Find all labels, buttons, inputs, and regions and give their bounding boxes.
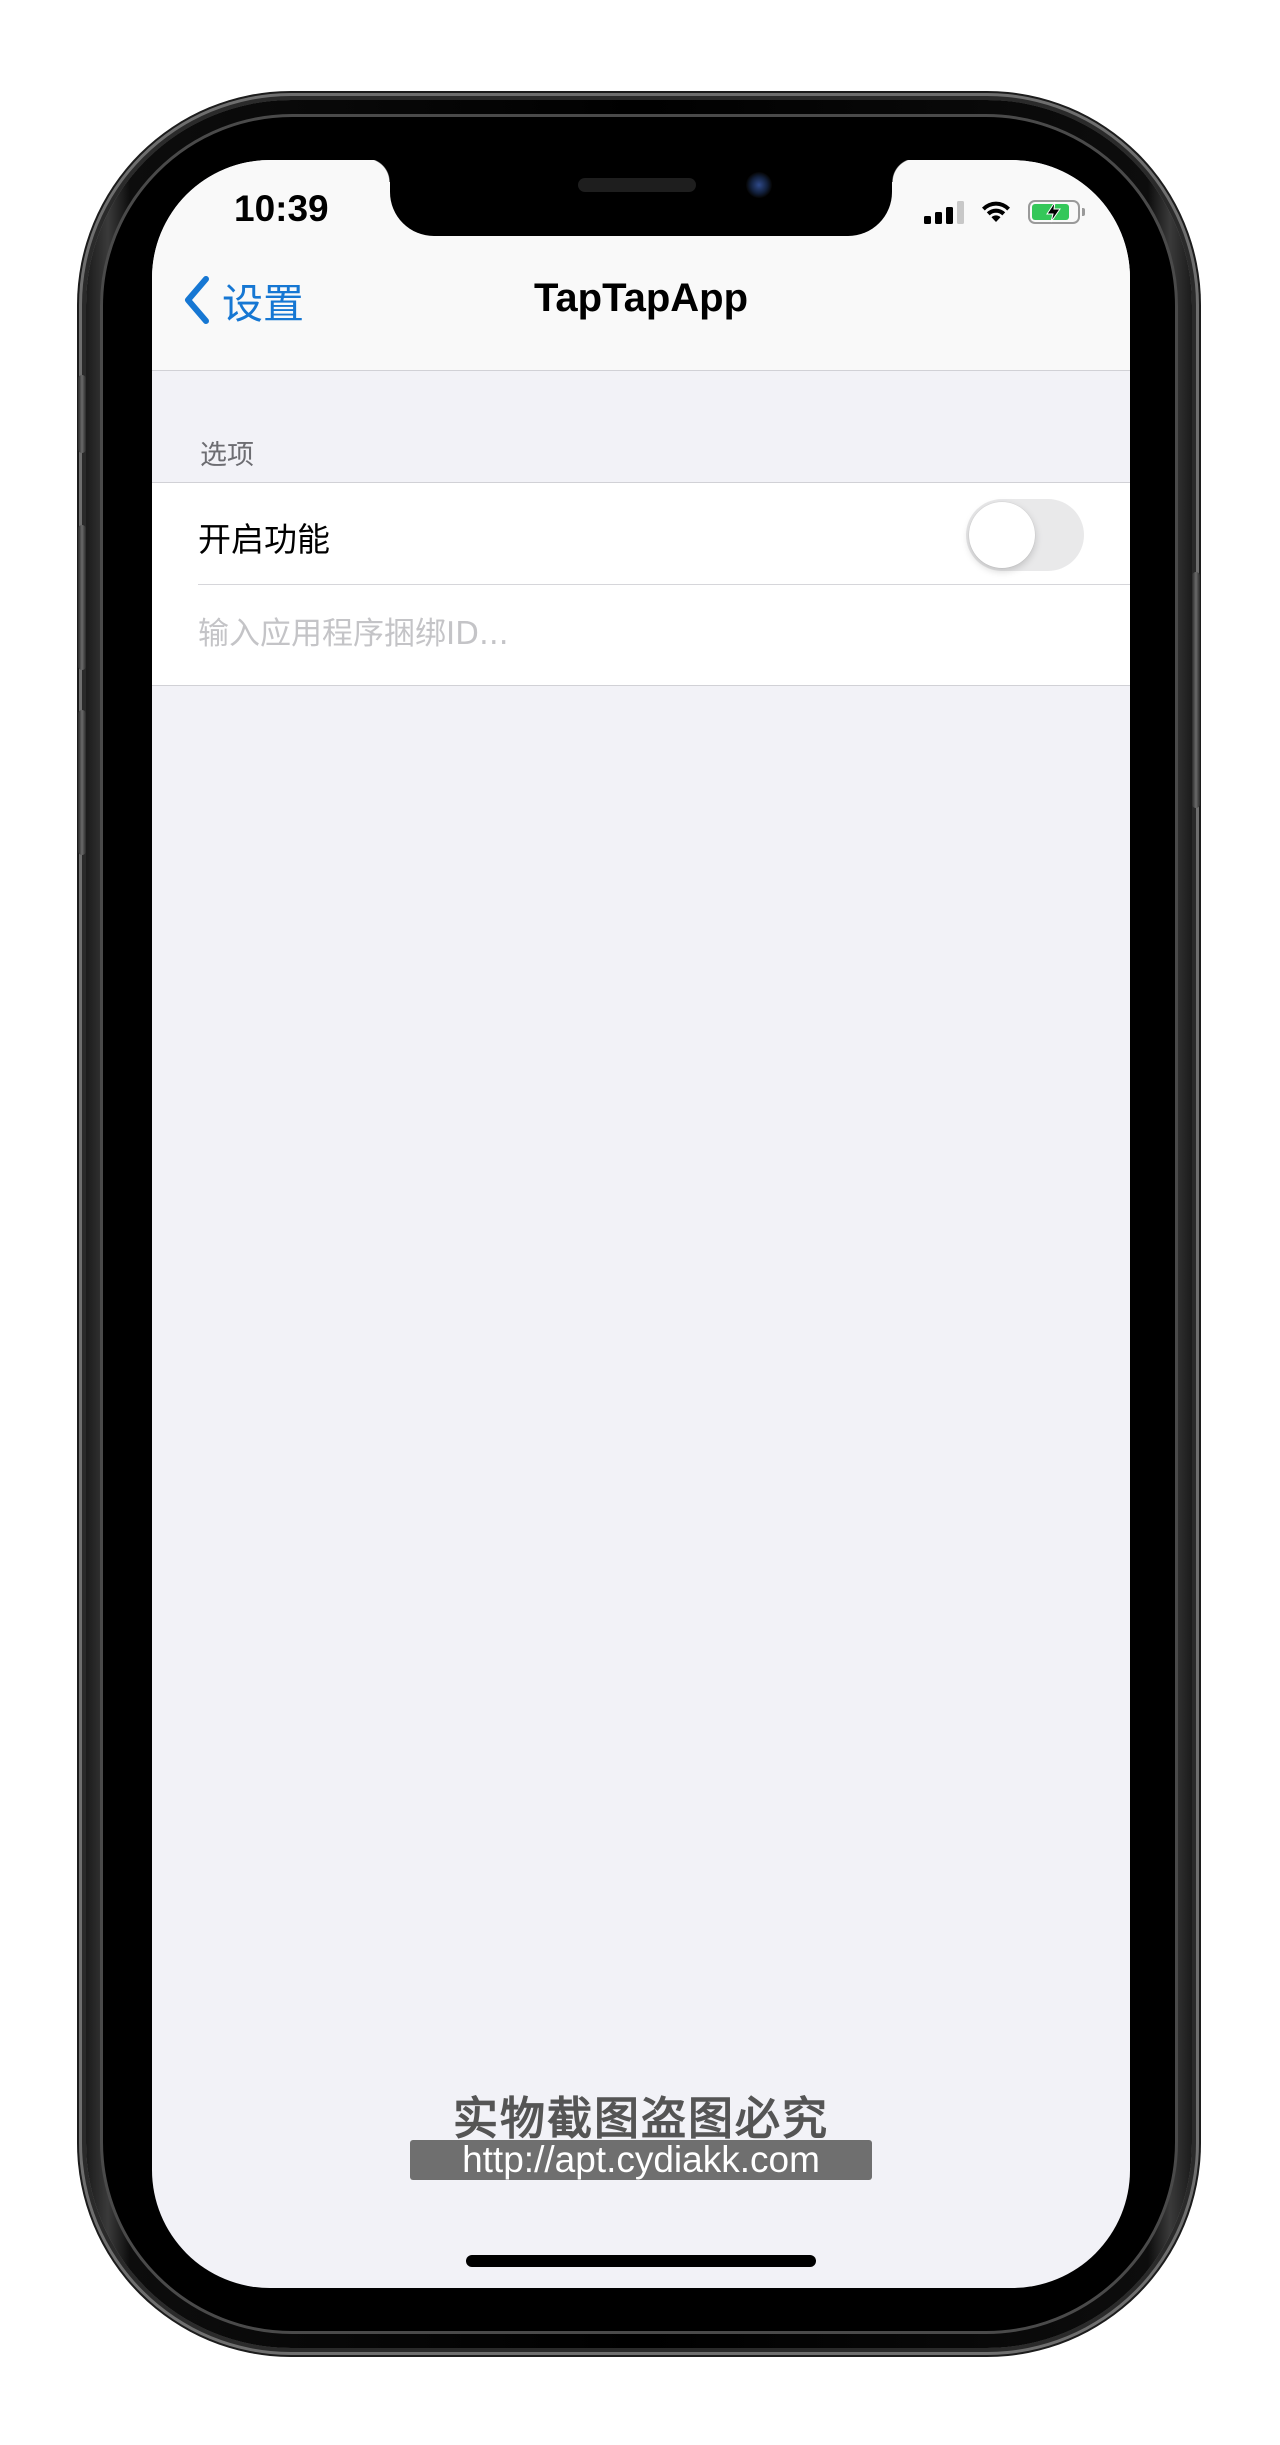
- enable-feature-label: 开启功能: [198, 520, 330, 559]
- volume-down-button: [78, 710, 86, 855]
- watermark-url: http://apt.cydiakk.com: [410, 2140, 872, 2180]
- silent-switch: [78, 375, 86, 453]
- bundle-id-input[interactable]: [198, 584, 1078, 684]
- battery-charging-icon: [1028, 200, 1085, 224]
- volume-up-button: [78, 525, 86, 670]
- cellular-signal-icon: [924, 200, 964, 224]
- enable-feature-row: 开启功能: [152, 483, 1130, 584]
- power-button: [1192, 572, 1200, 808]
- page-title: TapTapApp: [533, 276, 749, 320]
- home-indicator[interactable]: [466, 2255, 816, 2267]
- toggle-knob: [969, 502, 1035, 568]
- status-time: 10:39: [234, 188, 329, 229]
- front-camera: [746, 172, 772, 198]
- status-icons: [924, 200, 1085, 224]
- notch: [366, 160, 916, 236]
- screen: 10:39 设置 TapTapApp 选项 开启功能 输入应用程序捆绑ID...…: [152, 160, 1130, 2288]
- navigation-bar: 设置 TapTapApp: [152, 240, 1130, 371]
- watermark-text: 实物截图盗图必究: [452, 2092, 829, 2145]
- section-header-options: 选项: [200, 440, 254, 471]
- options-group: 开启功能: [152, 482, 1130, 686]
- charging-bolt-icon: [1046, 201, 1061, 223]
- bundle-id-row: [152, 584, 1130, 685]
- earpiece-speaker: [578, 178, 696, 192]
- enable-feature-toggle[interactable]: [966, 499, 1084, 571]
- wifi-icon: [982, 201, 1010, 222]
